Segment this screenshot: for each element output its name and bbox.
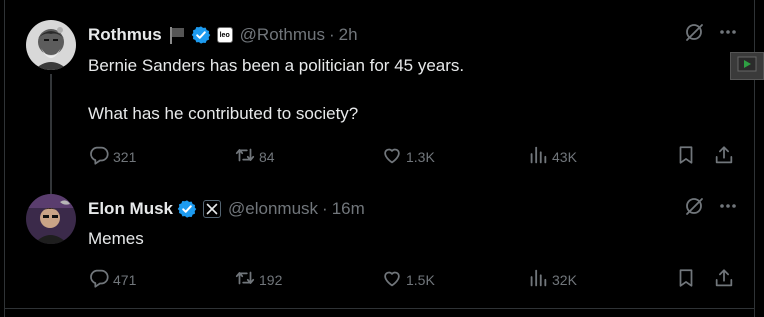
tweet-top-actions <box>684 196 738 216</box>
like-count: 1.3K <box>406 148 435 165</box>
like-count: 1.5K <box>406 271 435 288</box>
frame-border-bottom <box>4 308 755 309</box>
views-count: 32K <box>552 271 577 288</box>
reply-icon <box>88 267 110 292</box>
more-icon[interactable] <box>718 22 738 42</box>
repost-icon <box>234 144 256 169</box>
repost-count: 84 <box>259 148 275 165</box>
like-icon <box>381 144 403 169</box>
reply-count: 321 <box>113 148 137 165</box>
bookmark-icon <box>675 144 697 169</box>
tweet-text-line: Bernie Sanders has been a politician for… <box>88 56 465 75</box>
author-handle[interactable]: @Rothmus <box>240 25 325 45</box>
author-name[interactable]: Elon Musk <box>88 199 173 219</box>
share-button[interactable] <box>713 267 735 292</box>
repost-icon <box>234 267 256 292</box>
share-icon <box>713 144 735 169</box>
play-icon <box>737 56 757 77</box>
timestamp[interactable]: 2h <box>339 25 358 45</box>
repost-count: 192 <box>259 271 283 288</box>
reply-button[interactable]: 321 <box>88 144 136 169</box>
tweet-text-line: What has he contributed to society? <box>88 104 359 123</box>
share-button[interactable] <box>713 144 735 169</box>
tweet-header: Elon Musk @elonmusk · 16m <box>88 197 365 221</box>
views-icon <box>527 267 549 292</box>
share-icon <box>713 267 735 292</box>
bookmark-button[interactable] <box>675 144 697 169</box>
grok-icon[interactable] <box>684 196 704 216</box>
bookmark-button[interactable] <box>675 267 697 292</box>
timestamp[interactable]: 16m <box>332 199 365 219</box>
reply-button[interactable]: 471 <box>88 267 136 292</box>
affiliate-badge[interactable]: leo <box>216 27 233 43</box>
action-bar: 321 84 1.3K 43K <box>88 144 738 168</box>
views-count: 43K <box>552 148 577 165</box>
views-button[interactable]: 43K <box>527 144 577 169</box>
separator-dot: · <box>328 25 335 44</box>
author-name[interactable]: Rothmus <box>88 25 162 45</box>
avatar[interactable] <box>26 194 76 244</box>
separator-dot: · <box>322 199 328 218</box>
repost-button[interactable]: 84 <box>234 144 275 169</box>
side-play-button[interactable] <box>730 52 764 80</box>
like-icon <box>381 267 403 292</box>
avatar[interactable] <box>26 20 76 70</box>
tweet-text-line: Memes <box>88 229 144 248</box>
reply-icon <box>88 144 110 169</box>
flag-icon <box>167 25 187 45</box>
like-button[interactable]: 1.3K <box>381 144 435 169</box>
verified-icon[interactable] <box>191 25 211 45</box>
grok-icon[interactable] <box>684 22 704 42</box>
x-logo-icon[interactable] <box>203 200 222 218</box>
thread-line <box>50 74 52 210</box>
bookmark-icon <box>675 267 697 292</box>
tweet-header: Rothmus leo @Rothmus · 2h <box>88 23 358 47</box>
action-bar: 471 192 1.5K 32K <box>88 267 738 291</box>
verified-icon[interactable] <box>177 199 197 219</box>
tweet-top-actions <box>684 22 738 42</box>
author-handle[interactable]: @elonmusk <box>228 199 318 219</box>
views-icon <box>527 144 549 169</box>
views-button[interactable]: 32K <box>527 267 577 292</box>
reply-count: 471 <box>113 271 137 288</box>
like-button[interactable]: 1.5K <box>381 267 435 292</box>
frame-border-left <box>4 0 5 317</box>
more-icon[interactable] <box>718 196 738 216</box>
repost-button[interactable]: 192 <box>234 267 282 292</box>
frame-border-right <box>754 0 755 317</box>
